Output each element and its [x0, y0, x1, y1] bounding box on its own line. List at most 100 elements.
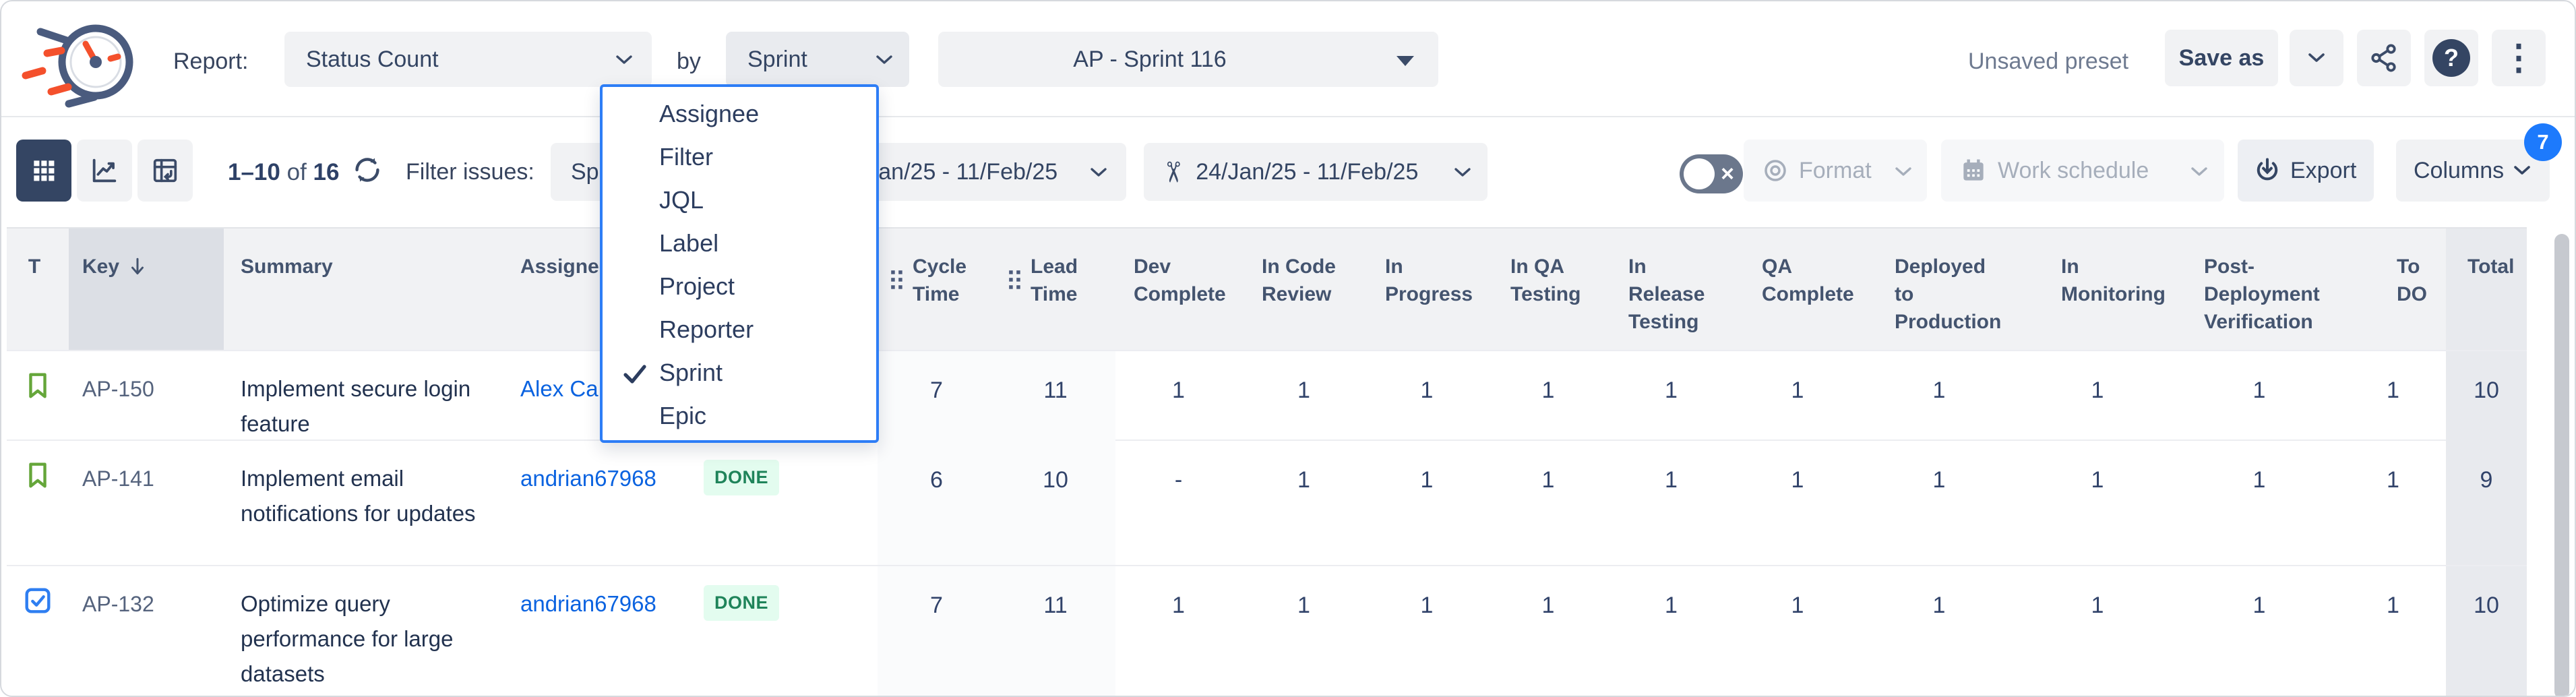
column-header-to-do[interactable]: To DO	[2340, 229, 2446, 350]
share-button[interactable]	[2357, 30, 2411, 86]
columns-count-badge: 7	[2524, 123, 2562, 161]
toggle-x-icon: ×	[1721, 158, 1734, 189]
assignee-link[interactable]: Alex Ca	[520, 376, 599, 401]
value-in-release-testing: 1	[1609, 441, 1734, 565]
columns-select[interactable]: Columns 7	[2396, 140, 2550, 202]
calendar-icon	[1959, 156, 1988, 185]
chevron-down-icon	[1895, 166, 1912, 177]
chevron-down-icon	[876, 55, 893, 65]
menu-item-filter[interactable]: Filter	[603, 135, 876, 179]
column-header-qa-complete[interactable]: QA Complete	[1734, 229, 1862, 350]
column-header-in-code-review[interactable]: In Code Review	[1241, 229, 1366, 350]
value-in-progress: 1	[1366, 441, 1488, 565]
issue-key: AP-141	[69, 441, 224, 565]
more-menu-button[interactable]: ⋮	[2492, 30, 2546, 86]
issue-summary: Implement secure login feature	[224, 351, 517, 442]
grid-view-icon	[29, 156, 59, 185]
chart-view-button[interactable]	[77, 140, 132, 202]
topbar-divider	[1, 116, 2575, 117]
refresh-button[interactable]	[346, 152, 388, 189]
menu-item-sprint[interactable]: Sprint	[603, 351, 876, 394]
issue-key: AP-132	[69, 566, 224, 697]
help-icon: ?	[2432, 39, 2470, 77]
time-format-toggle[interactable]: ×	[1680, 154, 1743, 193]
filter-issues-label: Filter issues:	[406, 159, 534, 185]
pagination-info: 1–10 of 16	[228, 159, 339, 186]
column-header-in-qa-testing[interactable]: In QA Testing	[1488, 229, 1609, 350]
assignee-link[interactable]: andrian67968	[520, 591, 656, 616]
columns-label: Columns	[2414, 158, 2504, 184]
menu-item-assignee[interactable]: Assignee	[603, 92, 876, 135]
value-in-code-review: 1	[1241, 566, 1366, 697]
format-select[interactable]: Format	[1744, 140, 1927, 202]
status-cell: DONE	[696, 441, 878, 565]
status-badge: DONE	[704, 460, 779, 495]
bullseye-icon	[1761, 156, 1789, 185]
sort-desc-icon	[129, 257, 146, 277]
value-dev-complete: -	[1115, 441, 1241, 565]
value-deployed-to-production: 1	[1862, 351, 2017, 442]
value-in-release-testing: 1	[1609, 351, 1734, 442]
sprint-select[interactable]: AP - Sprint 116	[938, 32, 1438, 87]
toggle-knob	[1684, 158, 1715, 189]
column-header-lead-time[interactable]: Lead Time	[995, 229, 1115, 350]
value-deployed-to-production: 1	[1862, 441, 2017, 565]
save-as-button[interactable]: Save as	[2165, 30, 2278, 86]
work-schedule-select[interactable]: Work schedule	[1941, 140, 2224, 202]
drag-handle-icon	[1008, 269, 1022, 291]
save-options-button[interactable]	[2290, 30, 2343, 86]
kebab-icon: ⋮	[2501, 40, 2536, 75]
column-header-post-deployment-verification[interactable]: Post-Deployment Verification	[2178, 229, 2340, 350]
assignee-cell: andrian67968	[517, 566, 696, 697]
value-dev-complete: 1	[1115, 566, 1241, 697]
value-in-monitoring: 1	[2017, 566, 2178, 697]
value-lead-time: 10	[995, 441, 1115, 565]
app-logo	[20, 13, 142, 118]
column-header-dev-complete[interactable]: Dev Complete	[1115, 229, 1241, 350]
column-header-summary[interactable]: Summary	[224, 229, 517, 350]
menu-item-label[interactable]: Label	[603, 222, 876, 265]
app-window: Report: Status Count by Sprint AP - Spri…	[0, 0, 2576, 697]
trim-dates-chip[interactable]: ✂ 24/Jan/25 - 11/Feb/25	[1144, 143, 1488, 201]
column-header-in-progress[interactable]: In Progress	[1366, 229, 1488, 350]
column-header-in-release-testing[interactable]: In Release Testing	[1609, 229, 1734, 350]
value-in-code-review: 1	[1241, 351, 1366, 442]
column-header-t[interactable]: T	[7, 229, 69, 350]
menu-item-reporter[interactable]: Reporter	[603, 308, 876, 351]
column-header-total[interactable]: Total	[2446, 229, 2527, 350]
report-type-select[interactable]: Status Count	[284, 32, 652, 87]
value-lead-time: 11	[995, 566, 1115, 697]
menu-item-project[interactable]: Project	[603, 265, 876, 308]
menu-item-epic[interactable]: Epic	[603, 394, 876, 437]
issue-key: AP-150	[69, 351, 224, 442]
vertical-scrollbar-thumb[interactable]	[2554, 234, 2569, 697]
pagination-total: 16	[313, 159, 340, 185]
chevron-down-icon	[2513, 165, 2531, 176]
assignee-link[interactable]: andrian67968	[520, 466, 656, 491]
group-by-menu: Assignee FilterJQLLabelProjectReporterSpr…	[600, 84, 879, 443]
value-total: 9	[2446, 441, 2527, 565]
table-header-row: TKeySummaryAssigneeStatusCycle TimeLead …	[7, 227, 2527, 350]
group-by-select[interactable]: Sprint	[726, 32, 909, 87]
menu-item-jql[interactable]: JQL	[603, 179, 876, 222]
chevron-down-icon	[615, 55, 633, 65]
value-cycle-time: 7	[878, 351, 995, 442]
value-in-progress: 1	[1366, 351, 1488, 442]
menu-item-label: Assignee	[659, 100, 759, 128]
value-dev-complete: 1	[1115, 351, 1241, 442]
sprint-value: AP - Sprint 116	[1073, 47, 1226, 73]
pivot-table-icon	[150, 155, 181, 186]
value-post-deployment-verification: 1	[2178, 351, 2340, 442]
column-header-key[interactable]: Key	[69, 229, 224, 350]
table-view-button[interactable]	[16, 140, 71, 202]
pivot-view-button[interactable]	[137, 140, 193, 202]
column-header-cycle-time[interactable]: Cycle Time	[878, 229, 995, 350]
export-button[interactable]: Export	[2238, 140, 2374, 202]
help-button[interactable]: ?	[2424, 30, 2478, 86]
task-icon	[22, 585, 53, 616]
export-icon	[2252, 156, 2282, 185]
column-header-deployed-to-production[interactable]: Deployed to Production	[1862, 229, 2017, 350]
value-post-deployment-verification: 1	[2178, 441, 2340, 565]
column-header-in-monitoring[interactable]: In Monitoring	[2017, 229, 2178, 350]
value-in-release-testing: 1	[1609, 566, 1734, 697]
